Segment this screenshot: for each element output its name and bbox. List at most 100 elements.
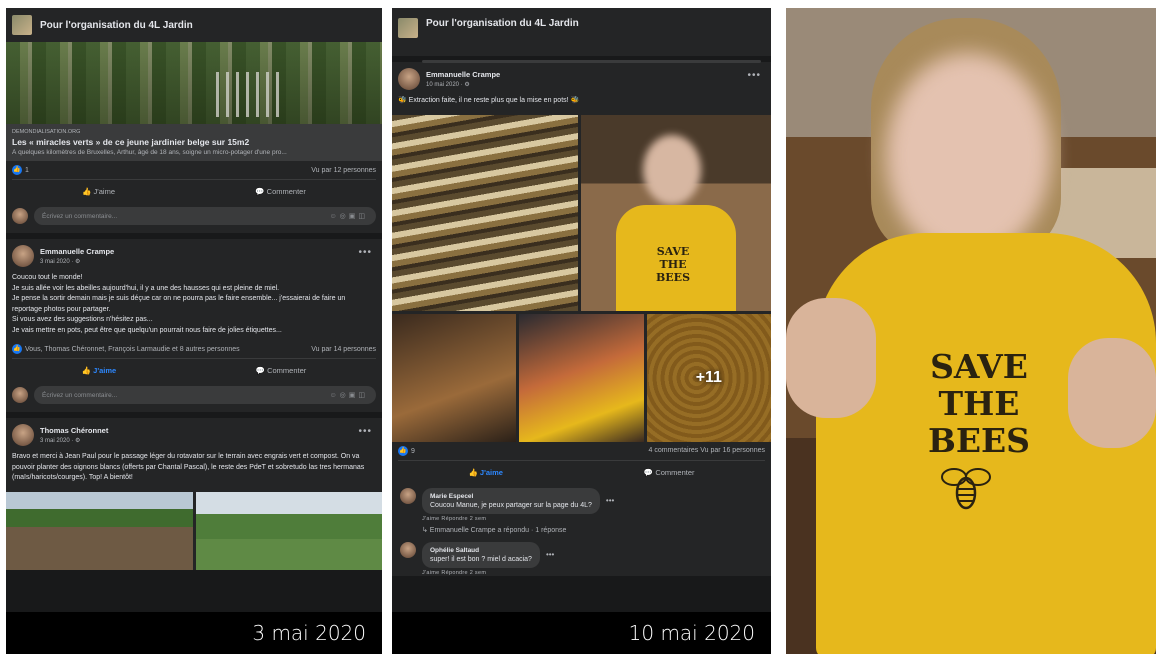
comment-more-icon[interactable]: ••• <box>606 496 614 505</box>
photo-grid: SAVE THE BEES +11 <box>392 114 771 442</box>
post-body: Coucou tout le monde! Je suis allée voir… <box>12 274 346 334</box>
shirt-text: SAVE THE BEES <box>656 244 691 284</box>
comment-tools-icons[interactable]: ☺◎▣◫ <box>330 391 368 399</box>
post-actions: 👍 J'aime 💬 Commenter <box>12 358 376 382</box>
comment-input[interactable]: Écrivez un commentaire... ☺◎▣◫ <box>34 386 376 404</box>
comment-bubble: Ophélie Saltaud super! il est bon ? miel… <box>422 541 540 568</box>
author-name[interactable]: Emmanuelle Crampe <box>40 247 114 256</box>
link-preview-box[interactable]: DEMONDIALISATION.ORG Les « miracles vert… <box>6 124 382 161</box>
link-title[interactable]: Les « miracles verts » de ce jeune jardi… <box>12 137 376 147</box>
reaction-count[interactable]: 9 <box>411 447 415 454</box>
author-name[interactable]: Thomas Chéronnet <box>40 426 108 435</box>
reply-summary[interactable]: ↳ Emmanuelle Crampe a répondu · 1 répons… <box>392 522 771 538</box>
screenshot-panel-may10: Pour l'organisation du 4L Jardin Emmanue… <box>392 8 771 654</box>
shirt-text: SAVE THE BEES <box>927 347 1031 460</box>
like-reaction-icon: 👍 <box>12 344 22 354</box>
left-hand <box>786 298 876 418</box>
post-actions: 👍 J'aime 💬 Commenter <box>398 459 765 484</box>
comment-more-icon[interactable]: ••• <box>546 550 554 559</box>
post-header: Emmanuelle Crampe 3 mai 2020 · ⚙ ••• <box>6 239 382 269</box>
reaction-count[interactable]: 1 <box>25 167 29 174</box>
commenter-name[interactable]: Marie Especel <box>430 492 592 501</box>
post-date[interactable]: 3 mai 2020 · ⚙ <box>40 437 108 444</box>
text-post: Emmanuelle Crampe 3 mai 2020 · ⚙ ••• Cou… <box>6 239 382 412</box>
like-button[interactable]: 👍 J'aime <box>82 187 115 196</box>
link-domain: DEMONDIALISATION.ORG <box>12 129 81 135</box>
more-options-icon[interactable]: ••• <box>358 247 372 258</box>
author-avatar[interactable] <box>12 245 34 267</box>
blurred-face <box>643 134 701 205</box>
link-description: À quelques kilomètres de Bruxelles, Arth… <box>12 149 287 156</box>
comment-view-count[interactable]: 4 commentaires Vu par 16 personnes <box>649 447 765 454</box>
comment: Ophélie Saltaud super! il est bon ? miel… <box>392 538 771 568</box>
right-hand <box>1068 338 1156 448</box>
photo-post: Thomas Chéronnet 3 mai 2020 · ⚙ ••• Brav… <box>6 418 382 570</box>
child-photo-panel: SAVE THE BEES <box>786 8 1156 654</box>
post-header: Thomas Chéronnet 3 mai 2020 · ⚙ ••• <box>6 418 382 448</box>
field-photo[interactable] <box>6 491 193 570</box>
link-preview-image[interactable] <box>6 42 382 124</box>
comment-tools-icons[interactable]: ☺◎▣◫ <box>330 212 368 220</box>
comment-button[interactable]: 💬 Commenter <box>644 468 695 477</box>
view-count[interactable]: Vu par 14 personnes <box>311 346 376 353</box>
post-header: Emmanuelle Crampe 10 mai 2020 · ⚙ ••• <box>392 62 771 92</box>
more-options-icon[interactable]: ••• <box>747 70 761 81</box>
comment-actions[interactable]: J'aime Répondre 2 sem <box>392 514 771 522</box>
view-count[interactable]: Vu par 12 personnes <box>311 167 376 174</box>
honeycomb-photo[interactable]: +11 <box>646 313 771 442</box>
post-date[interactable]: 3 mai 2020 · ⚙ <box>40 258 114 265</box>
comment-bar: Écrivez un commentaire... ☺◎▣◫ <box>6 382 382 412</box>
commenter-avatar[interactable] <box>400 541 416 558</box>
post-stats: 👍 Vous, Thomas Chéronnet, François Larmau… <box>6 340 382 358</box>
commenter-avatar[interactable] <box>400 487 416 504</box>
blurred-face <box>886 53 1051 258</box>
post-stats: 👍 9 4 commentaires Vu par 16 personnes <box>392 442 771 460</box>
user-avatar <box>12 387 28 403</box>
post-stats: 👍 1 Vu par 12 personnes <box>6 161 382 179</box>
date-caption: 3 mai 2020 <box>6 612 382 654</box>
group-header[interactable]: Pour l'organisation du 4L Jardin <box>392 8 771 56</box>
screenshot-panel-may3: Pour l'organisation du 4L Jardin DEMONDI… <box>6 8 382 654</box>
user-avatar <box>12 208 28 224</box>
comment-text: super! il est bon ? miel d acacia? <box>430 555 532 563</box>
comment: Marie Especel Coucou Manue, je peux part… <box>392 484 771 514</box>
more-photos-count[interactable]: +11 <box>646 313 771 442</box>
post-actions: 👍 J'aime 💬 Commenter <box>12 179 376 203</box>
group-thumbnail <box>398 18 418 38</box>
reaction-names[interactable]: Vous, Thomas Chéronnet, François Larmaud… <box>25 346 240 353</box>
commenter-name[interactable]: Ophélie Saltaud <box>430 546 532 555</box>
group-thumbnail <box>12 15 32 35</box>
post-date[interactable]: 10 mai 2020 · ⚙ <box>426 81 500 88</box>
group-name: Pour l'organisation du 4L Jardin <box>426 18 579 29</box>
group-name: Pour l'organisation du 4L Jardin <box>40 19 193 31</box>
comment-button[interactable]: 💬 Commenter <box>256 366 307 375</box>
like-button[interactable]: 👍 J'aime <box>468 468 503 477</box>
author-avatar[interactable] <box>12 424 34 446</box>
comment-bubble: Marie Especel Coucou Manue, je peux part… <box>422 487 600 514</box>
comment-button[interactable]: 💬 Commenter <box>255 187 306 196</box>
like-button[interactable]: 👍 J'aime <box>82 366 117 375</box>
group-header[interactable]: Pour l'organisation du 4L Jardin <box>6 8 382 42</box>
more-options-icon[interactable]: ••• <box>358 426 372 437</box>
photo-bottom-row: +11 <box>392 313 771 442</box>
comment-text: Coucou Manue, je peux partager sur la pa… <box>430 501 592 509</box>
extraction-photo[interactable] <box>392 313 517 442</box>
honey-frames-photo[interactable] <box>392 114 578 311</box>
author-avatar[interactable] <box>398 68 420 90</box>
author-name[interactable]: Emmanuelle Crampe <box>426 70 500 79</box>
comment-bar: Écrivez un commentaire... ☺◎▣◫ <box>6 203 382 233</box>
child-shirt-photo[interactable]: SAVE THE BEES <box>581 114 771 311</box>
comment-actions[interactable]: J'aime Répondre 2 sem <box>392 568 771 576</box>
link-post: DEMONDIALISATION.ORG Les « miracles vert… <box>6 42 382 233</box>
photo-post: Emmanuelle Crampe 10 mai 2020 · ⚙ ••• 🐝 … <box>392 62 771 576</box>
comment-input[interactable]: Écrivez un commentaire... ☺◎▣◫ <box>34 207 376 225</box>
date-caption: 10 mai 2020 <box>392 612 771 654</box>
extraction-photo[interactable] <box>519 313 644 442</box>
post-body: 🐝 Extraction faite, il ne reste plus que… <box>398 97 580 104</box>
photo-row <box>6 491 382 570</box>
field-photo[interactable] <box>195 491 382 570</box>
post-body: Bravo et merci à Jean Paul pour le passa… <box>12 453 365 481</box>
like-reaction-icon: 👍 <box>398 445 408 456</box>
like-reaction-icon: 👍 <box>12 165 22 175</box>
bee-icon <box>941 468 991 510</box>
